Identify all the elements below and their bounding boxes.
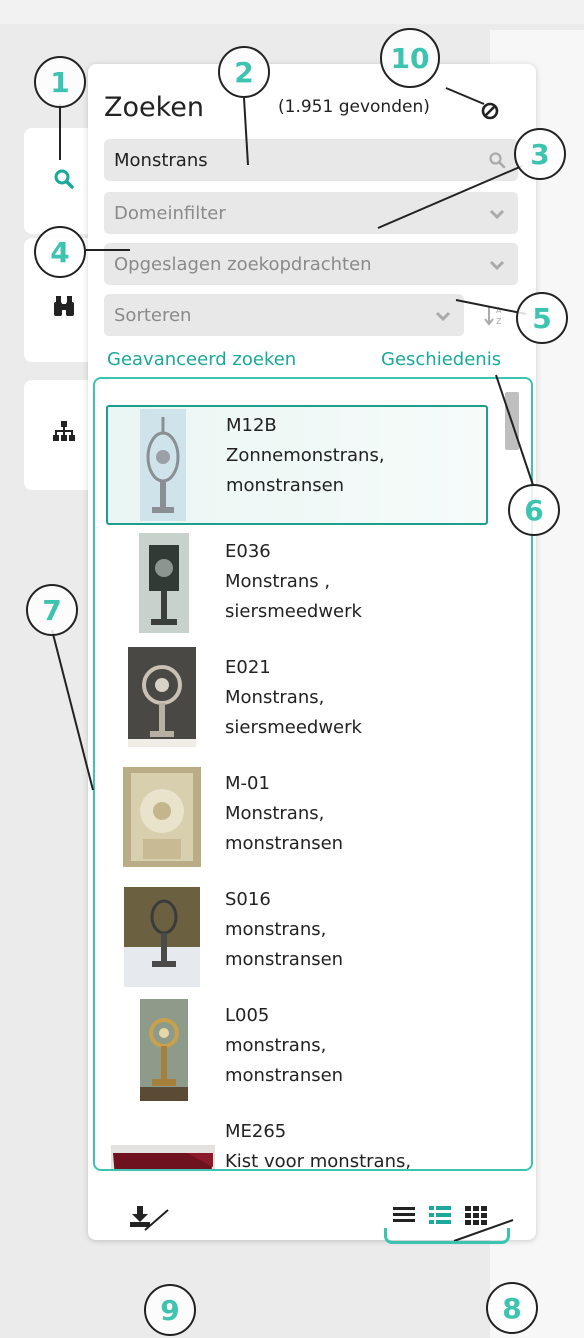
annotation-5: 5 xyxy=(516,292,568,344)
annotation-8: 8 xyxy=(486,1282,538,1334)
annotation-9: 9 xyxy=(144,1284,196,1336)
annotation-7: 7 xyxy=(26,584,78,636)
annotation-lines xyxy=(51,87,534,1242)
annotation-1: 1 xyxy=(34,56,86,108)
annotation-4: 4 xyxy=(34,226,86,278)
annotation-2: 2 xyxy=(218,46,270,98)
annotation-3: 3 xyxy=(514,128,566,180)
view-bracket xyxy=(384,1228,510,1244)
annotation-6: 6 xyxy=(508,484,560,536)
annotation-10: 10 xyxy=(380,28,440,88)
